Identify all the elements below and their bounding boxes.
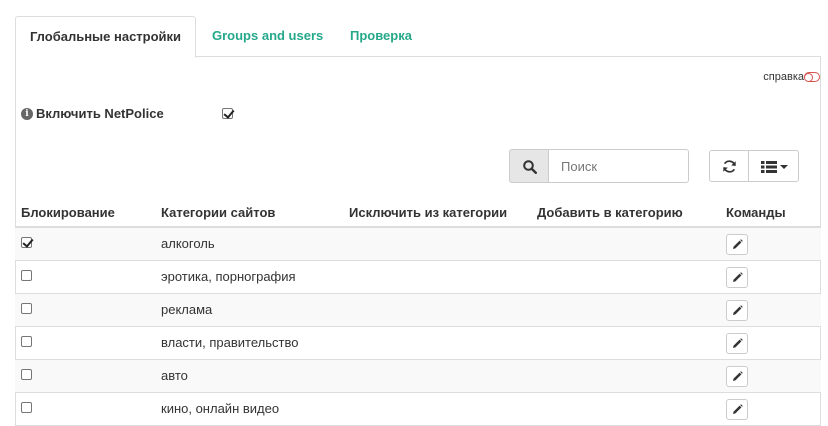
edit-button[interactable] [726,300,748,321]
edit-button[interactable] [726,333,748,354]
column-header-categories: Категории сайтов [161,205,276,220]
table-row: власти, правительство [15,327,821,360]
block-checkbox[interactable] [21,336,32,347]
refresh-button[interactable] [709,150,749,182]
search-input[interactable] [548,149,689,183]
column-header-add: Добавить в категорию [537,205,683,220]
tab-global-settings[interactable]: Глобальные настройки [15,16,196,58]
edit-button[interactable] [726,399,748,420]
refresh-icon [723,160,736,173]
table-row: кино, онлайн видео [15,393,821,426]
help-link[interactable]: справка [763,71,804,83]
search-button[interactable] [509,149,549,183]
pencil-icon [733,404,743,414]
tab-bar: Глобальные настройки Groups and users Пр… [15,16,821,58]
category-name: эротика, порнография [161,269,296,284]
table-row: авто [15,360,821,393]
tab-check[interactable]: Проверка [350,16,412,57]
column-header-exclude: Исключить из категории [349,205,508,220]
column-header-blocking: Блокирование [21,205,115,220]
block-checkbox[interactable] [21,402,32,413]
netpolice-label: Включить NetPolice [36,106,164,121]
pencil-icon [733,272,743,282]
tab-groups-and-users[interactable]: Groups and users [212,16,323,57]
pencil-icon [733,305,743,315]
category-name: алкоголь [161,236,215,251]
edit-button[interactable] [726,267,748,288]
block-checkbox[interactable] [21,369,32,380]
block-checkbox[interactable] [21,303,32,314]
pencil-icon [733,338,743,348]
table-row: эротика, порнография [15,261,821,294]
edit-button[interactable] [726,234,748,255]
netpolice-enable-checkbox[interactable] [222,108,233,119]
category-name: кино, онлайн видео [161,401,280,416]
columns-icon [761,161,777,173]
pencil-icon [733,371,743,381]
info-icon: i [21,108,33,120]
table-header: Блокирование Категории сайтов Исключить … [15,200,821,228]
columns-button[interactable] [748,150,799,182]
table-row: реклама [15,294,821,327]
block-checkbox[interactable] [21,270,32,281]
category-name: власти, правительство [161,335,299,350]
search-icon [523,160,537,174]
table-row: алкоголь [15,228,821,261]
column-header-commands: Команды [726,205,786,220]
category-name: реклама [161,302,213,317]
edit-button[interactable] [726,366,748,387]
category-name: авто [161,368,188,383]
toggle-icon[interactable] [804,72,820,82]
pencil-icon [733,239,743,249]
chevron-down-icon [780,165,788,169]
block-checkbox[interactable] [21,237,32,248]
